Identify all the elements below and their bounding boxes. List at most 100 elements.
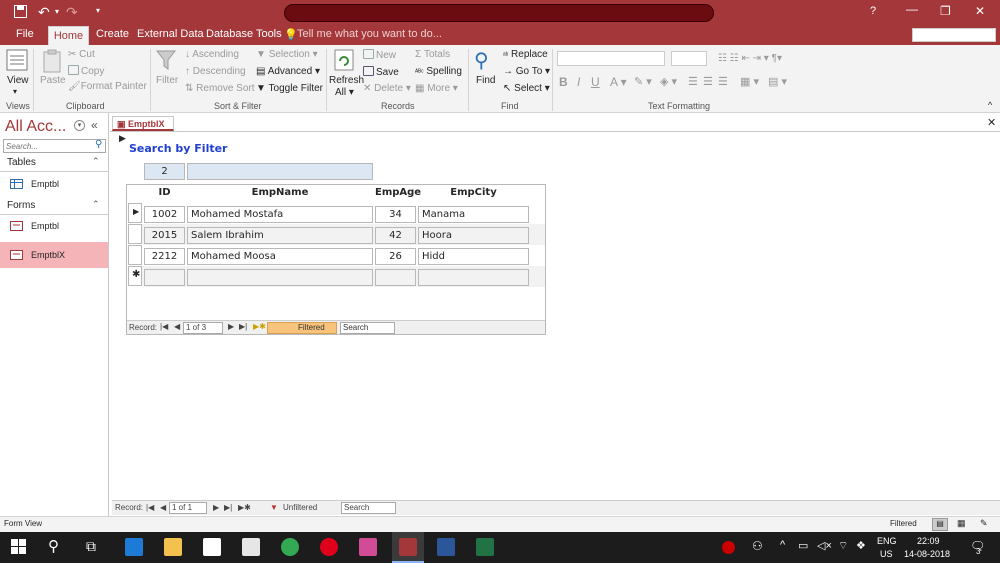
prev-record-icon[interactable]: ◀	[160, 503, 166, 517]
cell-empcity[interactable]: Hidd	[418, 248, 529, 265]
file-explorer-icon[interactable]	[164, 538, 182, 556]
tab-create[interactable]: Create	[96, 28, 129, 40]
store-icon[interactable]	[203, 538, 221, 556]
cell-id[interactable]: 1002	[144, 206, 185, 223]
help-button[interactable]: ?	[870, 5, 876, 17]
language-label[interactable]: ENG	[877, 536, 897, 546]
cell-id[interactable]: 2015	[144, 227, 185, 244]
underline-button[interactable]: U	[591, 75, 600, 89]
align-left-icon[interactable]: ☰	[688, 75, 698, 88]
italic-button[interactable]: I	[577, 75, 580, 89]
chrome-icon[interactable]	[281, 538, 299, 556]
edge-icon[interactable]	[125, 538, 143, 556]
volume-icon[interactable]: ◁×	[817, 539, 832, 552]
bold-button[interactable]: B	[559, 75, 568, 89]
search-icon[interactable]: ⚲	[48, 537, 59, 555]
clock-time[interactable]: 22:09	[917, 536, 940, 546]
nav-title[interactable]: All Acc...	[5, 118, 66, 136]
wifi-icon[interactable]: ⌔	[838, 539, 848, 553]
new-record-selector[interactable]: ✱	[128, 266, 142, 286]
design-view-icon[interactable]: ✎	[980, 518, 988, 529]
font-color-icon[interactable]: A ▾	[610, 75, 627, 89]
filter-button[interactable]: Filter	[156, 75, 178, 86]
highlight-icon[interactable]: ✎ ▾	[634, 75, 652, 88]
row-selector[interactable]: ▶	[128, 203, 142, 223]
tab-database-tools[interactable]: Database Tools	[206, 28, 282, 40]
new-cell-empage[interactable]	[375, 269, 416, 286]
cell-empcity[interactable]: Hoora	[418, 227, 529, 244]
totals-button[interactable]: Σ Totals	[415, 49, 450, 60]
opera-icon[interactable]	[320, 538, 338, 556]
spelling-button[interactable]: ᴬᴮᶜ Spelling	[415, 66, 462, 77]
nav-item-emptblx-form[interactable]: EmptblX	[0, 242, 108, 268]
clock-date[interactable]: 14-08-2018	[904, 549, 950, 559]
new-cell-empcity[interactable]	[418, 269, 529, 286]
prev-record-icon[interactable]: ◀	[174, 322, 180, 336]
nav-dropdown-icon[interactable]: ▾	[74, 120, 85, 131]
close-document-icon[interactable]: ✕	[987, 116, 996, 129]
refresh-all-button[interactable]: All ▾	[335, 87, 354, 98]
new-cell-empname[interactable]	[187, 269, 373, 286]
format-painter-button[interactable]: 🖌Format Painter	[68, 81, 147, 92]
tab-file[interactable]: File	[16, 28, 34, 40]
main-search-box[interactable]: Search	[341, 502, 396, 514]
next-record-icon[interactable]: ▶	[228, 322, 234, 336]
save-icon[interactable]	[14, 5, 27, 21]
keyboard-label[interactable]: US	[880, 549, 893, 559]
refresh-button[interactable]: Refresh	[329, 75, 364, 86]
new-record-button[interactable]: New	[363, 49, 396, 61]
find-button[interactable]: Find	[476, 75, 495, 86]
nav-item-emptbl-table[interactable]: Emptbl	[0, 175, 109, 193]
last-record-icon[interactable]: ▶|	[239, 322, 247, 336]
redo-icon[interactable]: ↷	[66, 4, 78, 21]
cell-empcity[interactable]: Manama	[418, 206, 529, 223]
cell-id[interactable]: 2212	[144, 248, 185, 265]
new-record-icon[interactable]: ▶✱	[238, 503, 251, 517]
chevron-up-icon[interactable]: ^	[780, 539, 785, 551]
search-filter-field2[interactable]	[187, 163, 373, 180]
form-view-icon[interactable]: ▤	[932, 518, 948, 531]
align-right-icon[interactable]: ☰	[718, 75, 728, 88]
subform-search-box[interactable]: Search	[340, 322, 395, 334]
row-selector[interactable]	[128, 245, 142, 265]
access-taskbar-item[interactable]	[392, 532, 424, 563]
task-view-icon[interactable]: ⧉	[86, 538, 96, 555]
alt-row-color-icon[interactable]: ▤ ▾	[768, 75, 787, 88]
delete-record-button[interactable]: ✕ Delete ▾	[363, 83, 411, 94]
chevron-down-icon[interactable]: ▾	[13, 87, 17, 96]
row-selector[interactable]	[128, 224, 142, 244]
ascending-button[interactable]: ↓ Ascending	[185, 49, 239, 60]
gridlines-icon[interactable]: ▦ ▾	[740, 75, 759, 88]
select-button[interactable]: ↖ Select ▾	[503, 83, 550, 94]
record-selector-arrow[interactable]: ▶	[119, 133, 126, 144]
battery-icon[interactable]: ▭	[798, 539, 808, 552]
windows-start-icon[interactable]	[11, 539, 26, 557]
record-position[interactable]: 1 of 1	[169, 502, 207, 514]
cell-empname[interactable]: Mohamed Moosa	[187, 248, 373, 265]
filtered-toggle[interactable]: Filtered	[267, 322, 337, 334]
chevron-down-icon[interactable]: ▾	[55, 7, 59, 16]
restore-button[interactable]: ❐	[940, 4, 951, 18]
people-icon[interactable]: ⚇	[752, 539, 763, 553]
first-record-icon[interactable]: |◀	[146, 503, 154, 517]
tab-external-data[interactable]: External Data	[137, 28, 204, 40]
fill-color-icon[interactable]: ◈ ▾	[660, 75, 677, 88]
layout-view-icon[interactable]: ▦	[957, 518, 966, 529]
account-box[interactable]	[912, 28, 996, 42]
cut-button[interactable]: ✂ Cut	[68, 49, 95, 60]
copy-button[interactable]: Copy	[68, 65, 104, 77]
tell-me-box[interactable]: Tell me what you want to do...	[297, 28, 442, 40]
cell-empage[interactable]: 26	[375, 248, 416, 265]
record-position[interactable]: 1 of 3	[183, 322, 223, 334]
paint-icon[interactable]	[359, 538, 377, 556]
selection-button[interactable]: ▼ Selection ▾	[256, 49, 318, 60]
more-button[interactable]: ▦ More ▾	[415, 83, 458, 94]
advanced-button[interactable]: ▤ Advanced ▾	[256, 66, 320, 77]
last-record-icon[interactable]: ▶|	[224, 503, 232, 517]
nav-item-emptbl-form[interactable]: Emptbl	[0, 217, 109, 235]
collapse-ribbon-icon[interactable]: ^	[988, 100, 992, 110]
tab-emptblx[interactable]: ▣ EmptblX	[112, 116, 174, 131]
nav-search-input[interactable]	[4, 140, 92, 153]
toggle-filter-button[interactable]: ▼ Toggle Filter	[256, 83, 323, 94]
customize-qat-icon[interactable]: ▾	[96, 6, 100, 15]
